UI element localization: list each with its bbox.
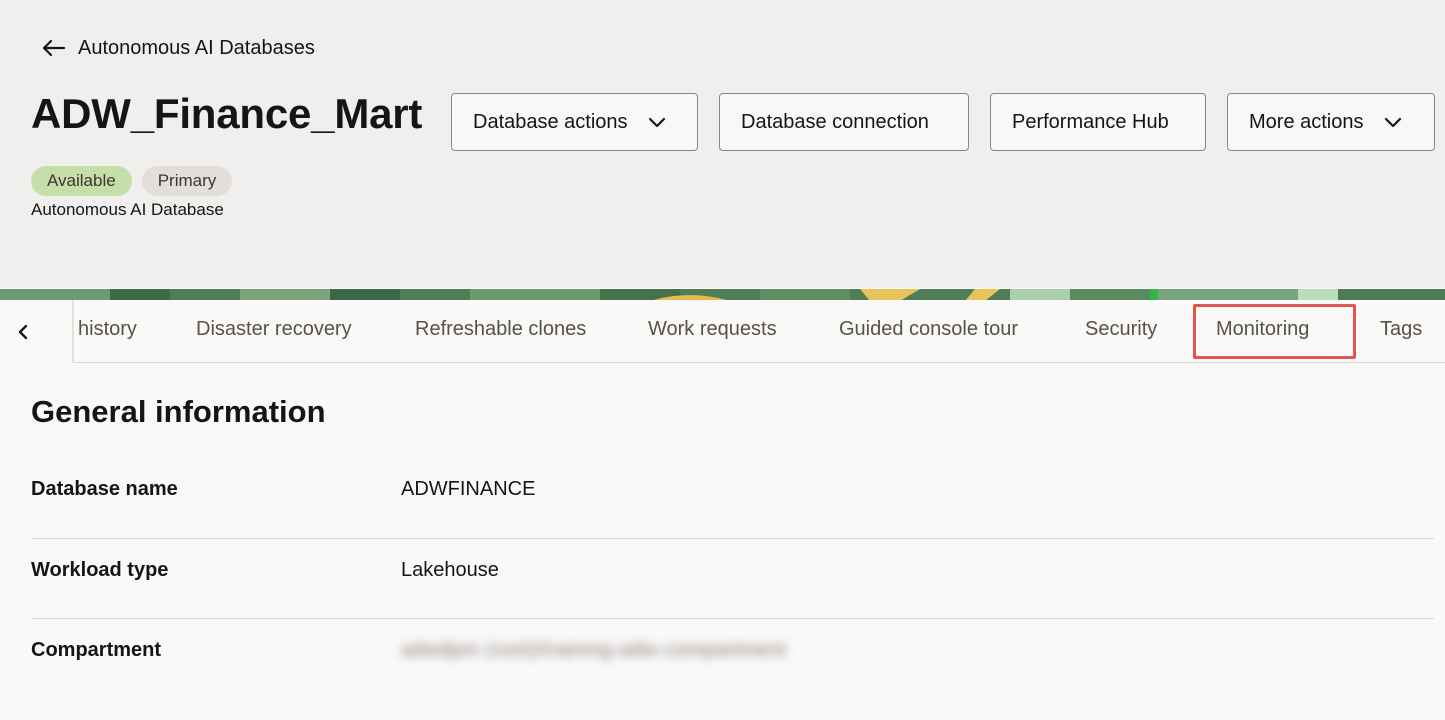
- row-divider: [31, 618, 1434, 619]
- back-link[interactable]: Autonomous AI Databases: [40, 34, 315, 62]
- arrow-left-icon: [42, 39, 66, 57]
- chevron-down-icon: [1384, 117, 1401, 128]
- back-link-label: Autonomous AI Databases: [78, 36, 315, 59]
- role-badge: Primary: [141, 166, 233, 196]
- tab-scroll-left-button[interactable]: [0, 300, 74, 363]
- tab-tags[interactable]: Tags: [1380, 300, 1422, 363]
- tab-refreshable-clones[interactable]: Refreshable clones: [415, 300, 586, 363]
- tab-security[interactable]: Security: [1085, 300, 1157, 363]
- compartment-value-redacted: adwdpm (root)/training-adw-compartment: [401, 639, 787, 661]
- page-header: Autonomous AI Databases ADW_Finance_Mart…: [0, 0, 1445, 288]
- database-connection-label: Database connection: [741, 110, 929, 133]
- database-actions-label: Database actions: [473, 110, 628, 133]
- info-row-compartment: Compartment adwdpm (root)/training-adw-c…: [31, 639, 1434, 720]
- resource-type: Autonomous AI Database: [31, 200, 224, 219]
- performance-hub-label: Performance Hub: [1012, 110, 1169, 133]
- database-actions-button[interactable]: Database actions: [451, 93, 698, 151]
- status-badges: Available Primary: [31, 166, 233, 196]
- chevron-left-icon: [18, 324, 28, 339]
- page-title: ADW_Finance_Mart: [31, 90, 423, 137]
- more-actions-button[interactable]: More actions: [1227, 93, 1435, 151]
- tab-history[interactable]: history: [78, 300, 137, 363]
- tab-work-requests[interactable]: Work requests: [648, 300, 777, 363]
- info-label: Compartment: [31, 639, 162, 661]
- chevron-down-icon: [648, 117, 665, 128]
- row-divider: [31, 538, 1434, 539]
- info-row-workload-type: Workload type Lakehouse: [31, 559, 1434, 640]
- tab-bar: history Disaster recovery Refreshable cl…: [0, 300, 1445, 363]
- database-connection-button[interactable]: Database connection: [719, 93, 969, 151]
- more-actions-label: More actions: [1249, 110, 1364, 133]
- section-title: General information: [31, 394, 326, 429]
- tab-disaster-recovery[interactable]: Disaster recovery: [196, 300, 352, 363]
- info-label: Workload type: [31, 559, 169, 581]
- info-label: Database name: [31, 478, 178, 500]
- tab-guided-console-tour[interactable]: Guided console tour: [839, 300, 1018, 363]
- tab-monitoring[interactable]: Monitoring: [1216, 300, 1309, 363]
- decorative-banner: [0, 288, 1445, 300]
- info-value: Lakehouse: [401, 559, 499, 581]
- info-value: ADWFINANCE: [401, 478, 536, 500]
- info-row-database-name: Database name ADWFINANCE: [31, 478, 1434, 559]
- banner-pattern: [0, 289, 1445, 300]
- performance-hub-button[interactable]: Performance Hub: [990, 93, 1206, 151]
- action-bar: Database actions Database connection Per…: [451, 93, 1435, 151]
- status-badge: Available: [31, 166, 132, 196]
